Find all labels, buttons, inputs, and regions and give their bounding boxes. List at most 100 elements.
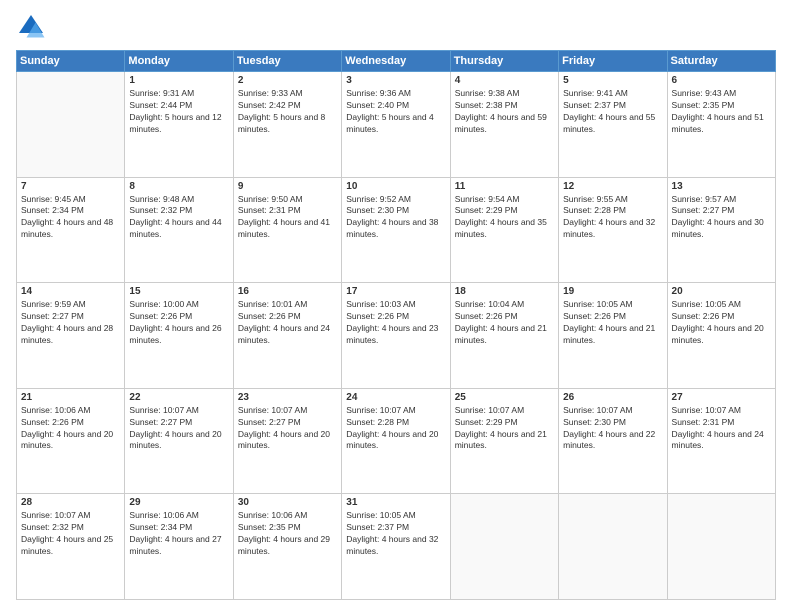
day-number: 5	[563, 75, 662, 86]
day-info: Sunrise: 10:06 AM Sunset: 2:34 PM Daylig…	[129, 510, 228, 558]
day-info: Sunrise: 10:06 AM Sunset: 2:26 PM Daylig…	[21, 405, 120, 453]
sunrise-label: Sunrise: 10:07 AM	[346, 405, 415, 415]
sunrise-label: Sunrise: 9:38 AM	[455, 88, 520, 98]
sunrise-label: Sunrise: 10:07 AM	[563, 405, 632, 415]
daylight-label: Daylight: 4 hours and 27 minutes.	[129, 534, 221, 556]
sunrise-label: Sunrise: 9:59 AM	[21, 299, 86, 309]
day-number: 17	[346, 286, 445, 297]
day-number: 30	[238, 497, 337, 508]
calendar-table: SundayMondayTuesdayWednesdayThursdayFrid…	[16, 50, 776, 600]
sunset-label: Sunset: 2:29 PM	[455, 417, 518, 427]
calendar-cell: 7 Sunrise: 9:45 AM Sunset: 2:34 PM Dayli…	[17, 177, 125, 283]
calendar-cell	[559, 494, 667, 600]
sunset-label: Sunset: 2:30 PM	[346, 205, 409, 215]
daylight-label: Daylight: 4 hours and 38 minutes.	[346, 217, 438, 239]
calendar-header-row: SundayMondayTuesdayWednesdayThursdayFrid…	[17, 51, 776, 72]
daylight-label: Daylight: 4 hours and 48 minutes.	[21, 217, 113, 239]
sunset-label: Sunset: 2:42 PM	[238, 100, 301, 110]
calendar-cell: 22 Sunrise: 10:07 AM Sunset: 2:27 PM Day…	[125, 388, 233, 494]
day-info: Sunrise: 9:31 AM Sunset: 2:44 PM Dayligh…	[129, 88, 228, 136]
sunset-label: Sunset: 2:30 PM	[563, 417, 626, 427]
sunset-label: Sunset: 2:26 PM	[455, 311, 518, 321]
calendar-cell: 2 Sunrise: 9:33 AM Sunset: 2:42 PM Dayli…	[233, 72, 341, 178]
day-info: Sunrise: 9:41 AM Sunset: 2:37 PM Dayligh…	[563, 88, 662, 136]
day-info: Sunrise: 10:00 AM Sunset: 2:26 PM Daylig…	[129, 299, 228, 347]
daylight-label: Daylight: 4 hours and 26 minutes.	[129, 323, 221, 345]
calendar-cell: 8 Sunrise: 9:48 AM Sunset: 2:32 PM Dayli…	[125, 177, 233, 283]
day-info: Sunrise: 10:05 AM Sunset: 2:26 PM Daylig…	[672, 299, 771, 347]
sunset-label: Sunset: 2:27 PM	[129, 417, 192, 427]
calendar-week-4: 21 Sunrise: 10:06 AM Sunset: 2:26 PM Day…	[17, 388, 776, 494]
sunrise-label: Sunrise: 10:04 AM	[455, 299, 524, 309]
header	[16, 12, 776, 42]
calendar-cell: 6 Sunrise: 9:43 AM Sunset: 2:35 PM Dayli…	[667, 72, 775, 178]
day-number: 29	[129, 497, 228, 508]
calendar-week-5: 28 Sunrise: 10:07 AM Sunset: 2:32 PM Day…	[17, 494, 776, 600]
sunset-label: Sunset: 2:40 PM	[346, 100, 409, 110]
day-number: 12	[563, 181, 662, 192]
day-number: 20	[672, 286, 771, 297]
daylight-label: Daylight: 4 hours and 21 minutes.	[455, 323, 547, 345]
daylight-label: Daylight: 4 hours and 30 minutes.	[672, 217, 764, 239]
day-number: 21	[21, 392, 120, 403]
day-info: Sunrise: 9:36 AM Sunset: 2:40 PM Dayligh…	[346, 88, 445, 136]
sunset-label: Sunset: 2:26 PM	[21, 417, 84, 427]
sunrise-label: Sunrise: 10:07 AM	[21, 510, 90, 520]
calendar-cell: 31 Sunrise: 10:05 AM Sunset: 2:37 PM Day…	[342, 494, 450, 600]
sunset-label: Sunset: 2:32 PM	[21, 522, 84, 532]
sunrise-label: Sunrise: 9:45 AM	[21, 194, 86, 204]
calendar-cell	[17, 72, 125, 178]
day-info: Sunrise: 10:07 AM Sunset: 2:27 PM Daylig…	[238, 405, 337, 453]
day-info: Sunrise: 9:45 AM Sunset: 2:34 PM Dayligh…	[21, 194, 120, 242]
sunset-label: Sunset: 2:27 PM	[238, 417, 301, 427]
day-info: Sunrise: 10:07 AM Sunset: 2:31 PM Daylig…	[672, 405, 771, 453]
calendar-cell: 9 Sunrise: 9:50 AM Sunset: 2:31 PM Dayli…	[233, 177, 341, 283]
day-number: 23	[238, 392, 337, 403]
sunrise-label: Sunrise: 10:01 AM	[238, 299, 307, 309]
sunrise-label: Sunrise: 10:06 AM	[238, 510, 307, 520]
page: SundayMondayTuesdayWednesdayThursdayFrid…	[0, 0, 792, 612]
daylight-label: Daylight: 4 hours and 25 minutes.	[21, 534, 113, 556]
logo	[16, 12, 50, 42]
daylight-label: Daylight: 4 hours and 55 minutes.	[563, 112, 655, 134]
sunrise-label: Sunrise: 10:05 AM	[672, 299, 741, 309]
day-number: 3	[346, 75, 445, 86]
sunset-label: Sunset: 2:26 PM	[346, 311, 409, 321]
calendar-cell: 28 Sunrise: 10:07 AM Sunset: 2:32 PM Day…	[17, 494, 125, 600]
calendar-cell: 27 Sunrise: 10:07 AM Sunset: 2:31 PM Day…	[667, 388, 775, 494]
calendar-header-monday: Monday	[125, 51, 233, 72]
sunset-label: Sunset: 2:32 PM	[129, 205, 192, 215]
daylight-label: Daylight: 4 hours and 22 minutes.	[563, 429, 655, 451]
day-number: 14	[21, 286, 120, 297]
day-number: 27	[672, 392, 771, 403]
daylight-label: Daylight: 4 hours and 20 minutes.	[672, 323, 764, 345]
calendar-cell: 11 Sunrise: 9:54 AM Sunset: 2:29 PM Dayl…	[450, 177, 558, 283]
day-number: 25	[455, 392, 554, 403]
calendar-header-thursday: Thursday	[450, 51, 558, 72]
day-number: 10	[346, 181, 445, 192]
calendar-cell: 17 Sunrise: 10:03 AM Sunset: 2:26 PM Day…	[342, 283, 450, 389]
sunrise-label: Sunrise: 9:52 AM	[346, 194, 411, 204]
calendar-cell: 24 Sunrise: 10:07 AM Sunset: 2:28 PM Day…	[342, 388, 450, 494]
sunrise-label: Sunrise: 9:50 AM	[238, 194, 303, 204]
daylight-label: Daylight: 4 hours and 20 minutes.	[346, 429, 438, 451]
calendar-cell: 18 Sunrise: 10:04 AM Sunset: 2:26 PM Day…	[450, 283, 558, 389]
sunrise-label: Sunrise: 9:33 AM	[238, 88, 303, 98]
sunrise-label: Sunrise: 9:54 AM	[455, 194, 520, 204]
sunset-label: Sunset: 2:28 PM	[346, 417, 409, 427]
sunset-label: Sunset: 2:26 PM	[563, 311, 626, 321]
day-info: Sunrise: 9:50 AM Sunset: 2:31 PM Dayligh…	[238, 194, 337, 242]
calendar-cell: 13 Sunrise: 9:57 AM Sunset: 2:27 PM Dayl…	[667, 177, 775, 283]
sunset-label: Sunset: 2:26 PM	[238, 311, 301, 321]
daylight-label: Daylight: 4 hours and 21 minutes.	[563, 323, 655, 345]
daylight-label: Daylight: 4 hours and 59 minutes.	[455, 112, 547, 134]
calendar-cell: 23 Sunrise: 10:07 AM Sunset: 2:27 PM Day…	[233, 388, 341, 494]
daylight-label: Daylight: 4 hours and 20 minutes.	[129, 429, 221, 451]
sunrise-label: Sunrise: 10:05 AM	[346, 510, 415, 520]
calendar-cell	[450, 494, 558, 600]
sunset-label: Sunset: 2:31 PM	[238, 205, 301, 215]
day-info: Sunrise: 10:07 AM Sunset: 2:28 PM Daylig…	[346, 405, 445, 453]
day-number: 26	[563, 392, 662, 403]
daylight-label: Daylight: 4 hours and 32 minutes.	[346, 534, 438, 556]
sunrise-label: Sunrise: 10:07 AM	[672, 405, 741, 415]
